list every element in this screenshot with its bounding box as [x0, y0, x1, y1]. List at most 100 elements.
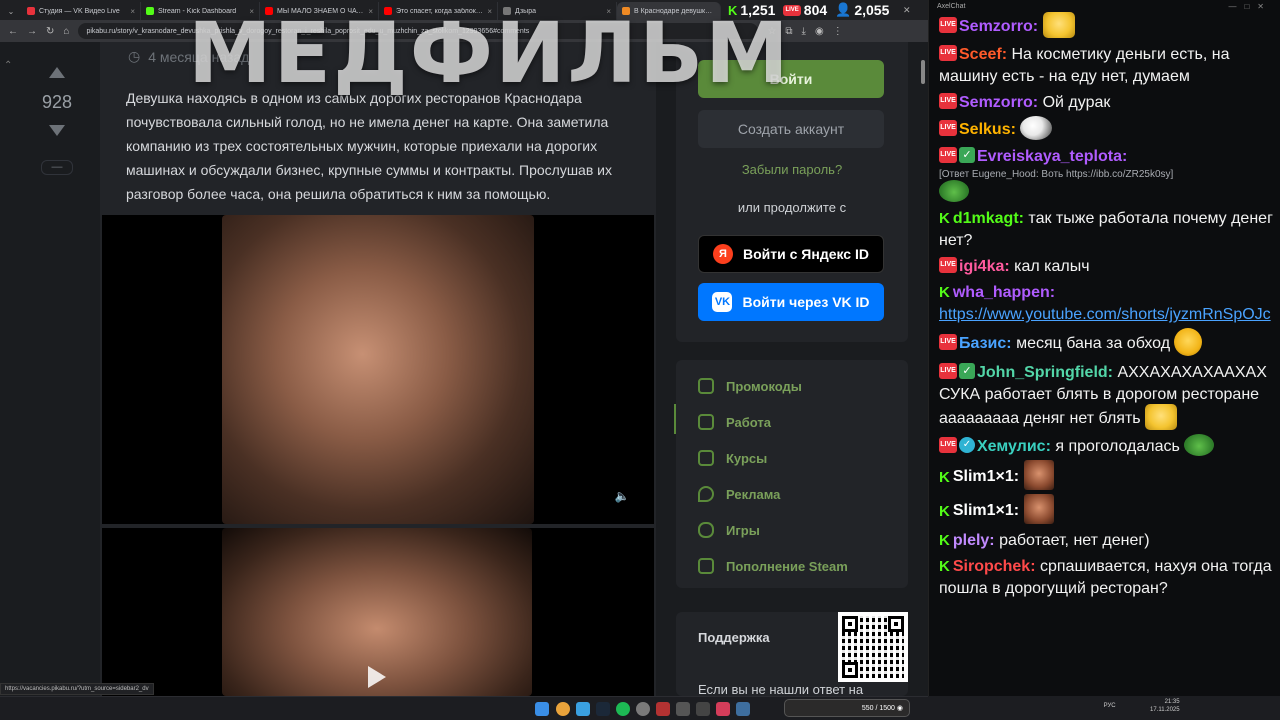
- chat-emote-icon: [939, 180, 969, 202]
- reload-icon[interactable]: ↻: [46, 26, 54, 37]
- login-button[interactable]: Войти: [698, 60, 884, 98]
- back-icon[interactable]: ←: [8, 26, 18, 37]
- vk-favicon-icon: [27, 7, 35, 15]
- edge-icon[interactable]: [576, 702, 590, 716]
- upvote-icon[interactable]: [49, 67, 65, 78]
- chat-username[interactable]: Selkus:: [959, 121, 1020, 138]
- forgot-password-link[interactable]: Забыли пароль?: [676, 162, 908, 177]
- minimize-icon[interactable]: —: [880, 5, 889, 15]
- scroll-up-icon[interactable]: ⌃: [4, 60, 12, 71]
- windows-start-icon[interactable]: [535, 702, 549, 716]
- create-account-button[interactable]: Создать аккаунт: [698, 110, 884, 148]
- app-icon[interactable]: [736, 702, 750, 716]
- chat-username[interactable]: Slim1×1:: [953, 469, 1024, 486]
- menu-item-courses[interactable]: Курсы: [698, 450, 767, 466]
- download-icon[interactable]: ⤓: [802, 26, 806, 37]
- bookmark-star-icon[interactable]: ☆: [767, 26, 776, 37]
- forward-icon[interactable]: →: [27, 26, 37, 37]
- story-card: ◷ 4 месяца назад Девушка находясь в одном…: [100, 42, 656, 696]
- mute-icon[interactable]: 🔈: [608, 482, 636, 510]
- collapse-label: —: [51, 161, 63, 173]
- home-icon[interactable]: ⌂: [63, 26, 69, 37]
- chat-username[interactable]: John_Springfield:: [977, 364, 1117, 381]
- story-meta: ◷ 4 месяца назад: [128, 48, 249, 65]
- qr-finder: [842, 616, 858, 632]
- video-player-2[interactable]: [102, 528, 654, 696]
- chat-username[interactable]: Базис:: [959, 335, 1016, 352]
- vk-login-button[interactable]: VK Войти через VK ID: [698, 283, 884, 321]
- close-window-icon[interactable]: ✕: [903, 5, 911, 16]
- browser-tab-dzyra[interactable]: Дзыра ×: [498, 2, 617, 20]
- close-icon[interactable]: ×: [368, 7, 373, 16]
- tab-title: Дзыра: [515, 7, 536, 15]
- scrollbar-thumb[interactable]: [921, 60, 925, 84]
- tag-icon: [698, 378, 714, 394]
- chat-username[interactable]: plely:: [953, 532, 999, 549]
- chat-reply-quote: [Ответ Eugene_Hood: Воть https://ibb.co/…: [939, 169, 1174, 180]
- chat-message: LIVE ✓ Хемулис: я проголодалась: [939, 434, 1275, 458]
- vk-live-icon: LIVE: [783, 4, 801, 16]
- vk-login-label: Войти через VK ID: [742, 294, 870, 310]
- vk-live-badge-icon: LIVE: [939, 437, 957, 454]
- app-icon[interactable]: [656, 702, 670, 716]
- menu-item-promocodes[interactable]: Промокоды: [698, 378, 802, 394]
- chat-message: Kd1mkagt: так тыже работала почему денег…: [939, 208, 1275, 252]
- yandex-logo-icon: Я: [713, 244, 733, 264]
- browser-tab-vk-studio[interactable]: Студия — VK Видео Live ×: [22, 2, 141, 20]
- chat-username[interactable]: Sceef:: [959, 46, 1011, 63]
- profile-icon[interactable]: ◉: [815, 26, 824, 37]
- menu-icon[interactable]: ⋮: [833, 26, 843, 37]
- obs-icon[interactable]: [636, 702, 650, 716]
- menu-item-steam-topup[interactable]: Пополнение Steam: [698, 558, 848, 574]
- vk-viewers-value: 804: [803, 2, 828, 18]
- pikabu-page: ⌃ 928 — ◷ 4 месяца назад Девушка находясь…: [0, 42, 928, 696]
- support-title: Поддержка: [698, 630, 770, 645]
- close-icon[interactable]: ×: [606, 7, 611, 16]
- page-scrollbar[interactable]: [918, 42, 928, 696]
- app-icon[interactable]: [716, 702, 730, 716]
- chat-username[interactable]: Semzorro:: [959, 18, 1043, 35]
- chat-window-controls[interactable]: —□✕: [1228, 2, 1272, 11]
- browser-tab-pikabu[interactable]: В Краснодаре девушка пр: [617, 2, 721, 20]
- yandex-login-button[interactable]: Я Войти с Яндекс ID: [698, 235, 884, 273]
- tray-clock[interactable]: РУС 21:35 17.11.2025: [1104, 698, 1180, 714]
- extensions-icon[interactable]: ⧉: [785, 26, 792, 37]
- app-icon[interactable]: [676, 702, 690, 716]
- chat-username[interactable]: wha_happen:: [953, 284, 1055, 301]
- kick-badge-icon: K: [939, 284, 950, 302]
- chat-username[interactable]: Slim1×1:: [953, 503, 1024, 520]
- menu-item-games[interactable]: Игры: [698, 522, 760, 538]
- chat-username[interactable]: Siropchek:: [953, 558, 1040, 575]
- chrome-icon[interactable]: [556, 702, 570, 716]
- url-input[interactable]: pikabu.ru/story/v_krasnodare_devushka_pr…: [78, 23, 759, 39]
- close-icon[interactable]: ×: [487, 7, 492, 16]
- chat-username[interactable]: d1mkagt:: [953, 210, 1029, 227]
- close-icon[interactable]: ×: [130, 7, 135, 16]
- close-icon[interactable]: ×: [249, 7, 254, 16]
- support-panel: Поддержка Если вы не нашли ответ на: [676, 612, 908, 696]
- spotify-icon[interactable]: [616, 702, 630, 716]
- chat-message: LIVE ✓ Evreiskaya_teplota: [Ответ Eugene_H…: [939, 146, 1275, 204]
- chat-emote-icon: [1042, 12, 1075, 38]
- browser-tab-youtube-2[interactable]: Это спасет, когда заблокируют×: [379, 2, 498, 20]
- tab-menu-button[interactable]: ⌄: [0, 2, 22, 20]
- chat-username[interactable]: Evreiskaya_teplota:: [977, 148, 1127, 165]
- downvote-icon[interactable]: [49, 125, 65, 136]
- steam-icon[interactable]: [596, 702, 610, 716]
- collapse-button[interactable]: —: [41, 160, 73, 175]
- chat-emote-icon: [1174, 328, 1203, 357]
- video-player-1[interactable]: 🔈: [102, 215, 654, 524]
- menu-item-ads[interactable]: Реклама: [698, 486, 780, 502]
- vk-logo-icon: VK: [712, 292, 733, 312]
- chat-link[interactable]: https://www.youtube.com/shorts/jyzmRnSpO…: [939, 304, 1275, 326]
- graduation-cap-icon: [698, 450, 714, 466]
- app-icon[interactable]: [696, 702, 710, 716]
- browser-tab-kick-dashboard[interactable]: Stream - Kick Dashboard ×: [141, 2, 260, 20]
- play-icon[interactable]: [368, 666, 386, 688]
- menu-item-label: Реклама: [726, 486, 781, 502]
- browser-tab-youtube-1[interactable]: МЫ МАЛО ЗНАЕМ О ЧАТРУЛЕ ×: [260, 2, 379, 20]
- menu-item-jobs[interactable]: Работа: [698, 414, 771, 430]
- chat-username[interactable]: igi4ka:: [959, 258, 1014, 275]
- chat-username[interactable]: Semzorro:: [959, 94, 1043, 111]
- chat-username[interactable]: Хемулис:: [977, 438, 1055, 455]
